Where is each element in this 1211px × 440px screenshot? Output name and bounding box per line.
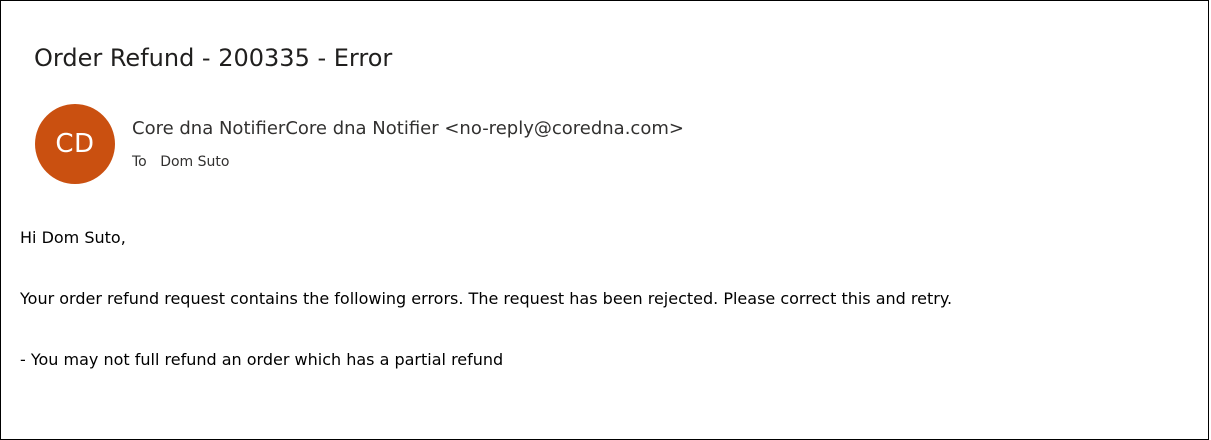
recipients-line: To Dom Suto [132, 152, 229, 172]
recipient-name[interactable]: Dom Suto [160, 154, 229, 170]
email-subject: Order Refund - 200335 - Error [34, 44, 393, 72]
greeting-text: Hi Dom Suto, [20, 228, 126, 247]
message-text: Your order refund request contains the f… [20, 289, 953, 308]
email-reading-pane: Order Refund - 200335 - Error CD Core dn… [0, 0, 1209, 440]
to-label: To [132, 154, 147, 170]
sender-avatar[interactable]: CD [35, 104, 115, 184]
sender-name[interactable]: Core dna NotifierCore dna Notifier <no-r… [132, 116, 684, 142]
error-text: - You may not full refund an order which… [20, 350, 504, 369]
sender-initials: CD [55, 129, 95, 159]
email-body: Hi Dom Suto, Your order refund request c… [20, 226, 952, 372]
